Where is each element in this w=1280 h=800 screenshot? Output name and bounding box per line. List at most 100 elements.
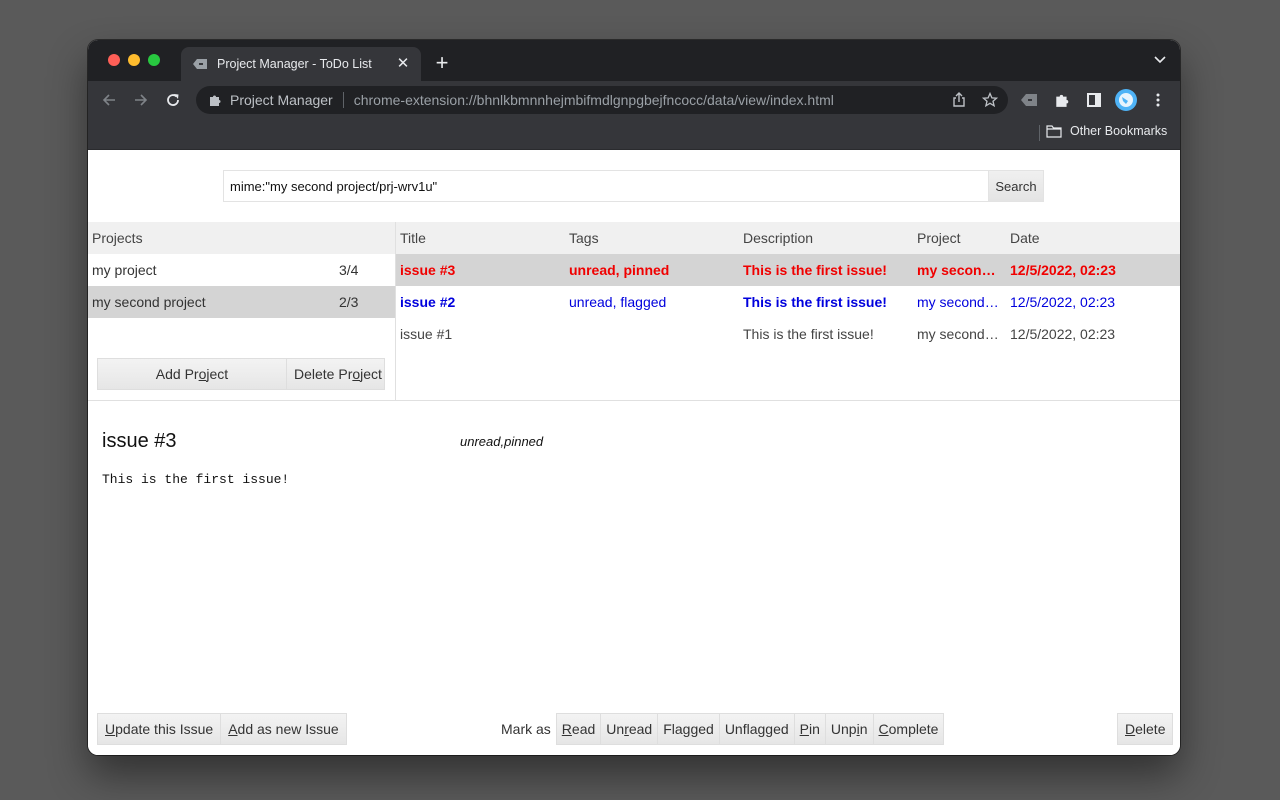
search-bar: Search [223, 170, 1044, 202]
label-part: elete [1135, 721, 1166, 737]
column-tags[interactable]: Tags [565, 222, 739, 254]
tab-strip: Project Manager - ToDo List ✕ + [88, 40, 1180, 81]
issue-date: 12/5/2022, 02:23 [1006, 254, 1180, 286]
update-issue-button[interactable]: Update this Issue [97, 713, 222, 745]
access-key: A [228, 721, 238, 737]
close-tab-icon[interactable]: ✕ [395, 56, 411, 72]
other-bookmarks-label: Other Bookmarks [1070, 124, 1168, 138]
issue-detail-body[interactable]: This is the first issue! [102, 472, 289, 487]
profile-avatar[interactable] [1115, 89, 1137, 111]
label-part: pdate this Issue [115, 721, 214, 737]
browser-toolbar: Project Manager chrome-extension://bhnlk… [88, 81, 1180, 118]
add-new-issue-button[interactable]: Add as new Issue [221, 713, 347, 745]
issue-tags [565, 318, 739, 350]
chevron-down-icon[interactable] [1154, 56, 1166, 64]
add-project-button[interactable]: Add Project [97, 358, 287, 390]
mark-unflagged-button[interactable]: Unflagged [719, 713, 795, 745]
forward-icon[interactable] [130, 89, 152, 111]
label-part: Delete Pr [294, 366, 353, 382]
star-icon[interactable] [982, 92, 998, 108]
label-part: omplete [888, 721, 939, 737]
issue-title: issue #2 [400, 294, 456, 310]
delete-issue-button[interactable]: Delete [1117, 713, 1174, 745]
omnibox-url[interactable]: chrome-extension://bhnlkbmnnhejmbifmdlgn… [354, 92, 834, 108]
issue-description: This is the first issue! [743, 326, 874, 342]
close-window-button[interactable] [108, 54, 120, 66]
search-input[interactable] [223, 170, 988, 202]
page-content: Search Projects my project 3/4 my second… [88, 150, 1180, 755]
extensions-icon[interactable] [1053, 91, 1071, 109]
access-key: D [1125, 721, 1136, 737]
mark-unread-button[interactable]: Unread [601, 713, 659, 745]
project-name: my second project [92, 294, 206, 310]
access-key: C [878, 721, 889, 737]
issues-header-row: Title Tags Description Project Date [396, 222, 1180, 254]
omnibox-site-name: Project Manager [230, 92, 333, 108]
project-name: my project [92, 262, 157, 278]
mark-complete-button[interactable]: Complete [873, 713, 945, 745]
search-button[interactable]: Search [988, 170, 1044, 202]
column-description[interactable]: Description [739, 222, 913, 254]
share-icon[interactable] [951, 92, 967, 108]
delete-project-button[interactable]: Delete Project [287, 358, 385, 390]
issue-tags: unread, pinned [565, 254, 739, 286]
label-part: ead [571, 721, 596, 737]
project-item[interactable]: my project 3/4 [88, 254, 395, 286]
mark-as-label: Mark as [501, 721, 551, 737]
issues-table: Title Tags Description Project Date issu… [396, 222, 1180, 400]
section-divider [88, 400, 1180, 401]
label-part: Unflagged [724, 721, 789, 737]
puzzle-icon [210, 95, 221, 106]
mark-pin-button[interactable]: Pin [794, 713, 826, 745]
mark-read-button[interactable]: Read [555, 713, 602, 745]
mark-as-group: Mark as Read Unread Flagged Unflagged Pi… [501, 713, 945, 745]
issue-row[interactable]: issue #1 This is the first issue! my sec… [396, 318, 1180, 350]
project-count: 2/3 [339, 294, 359, 310]
back-icon[interactable] [98, 89, 120, 111]
reload-icon[interactable] [162, 89, 184, 111]
issue-detail-title[interactable]: issue #3 [102, 430, 177, 453]
issue-row[interactable]: issue #2 unread, flagged This is the fir… [396, 286, 1180, 318]
issue-project: my second project [913, 254, 1006, 286]
kebab-menu-icon[interactable] [1149, 91, 1167, 109]
project-item[interactable]: my second project 2/3 [88, 286, 395, 318]
minimize-window-button[interactable] [128, 54, 140, 66]
tab-title: Project Manager - ToDo List [217, 57, 372, 71]
column-project[interactable]: Project [913, 222, 1006, 254]
maximize-window-button[interactable] [148, 54, 160, 66]
address-bar[interactable]: Project Manager chrome-extension://bhnlk… [196, 86, 1008, 114]
label-part: Un [606, 721, 625, 737]
bookmarks-bar: Other Bookmarks [88, 118, 1180, 150]
projects-header: Projects [88, 222, 395, 254]
new-tab-icon[interactable]: + [432, 52, 452, 74]
issue-title: issue #3 [396, 254, 565, 286]
issue-row[interactable]: issue #3 unread, pinned This is the firs… [396, 254, 1180, 286]
project-actions: Add Project Delete Project [97, 358, 385, 390]
column-title[interactable]: Title [396, 222, 565, 254]
mark-unpin-button[interactable]: Unpin [825, 713, 874, 745]
issue-date: 12/5/2022, 02:23 [1010, 294, 1116, 310]
column-date[interactable]: Date [1006, 222, 1180, 254]
access-key: R [561, 721, 572, 737]
label-part: n [859, 721, 868, 737]
tab-active[interactable]: Project Manager - ToDo List ✕ [181, 47, 421, 81]
issue-tags: unread, flagged [569, 294, 667, 310]
issue-detail-tags[interactable]: unread,pinned [460, 434, 543, 449]
label-part: dd as new Issue [237, 721, 339, 737]
label-part: ject [360, 366, 382, 382]
issue-description: This is the first issue! [743, 294, 887, 310]
side-panel-icon[interactable] [1085, 91, 1103, 109]
label-part: in [808, 721, 820, 737]
issue-project: my second project [917, 326, 1006, 342]
project-count: 3/4 [339, 262, 359, 278]
issue-project: my second project [917, 294, 1006, 310]
project-manager-extension-icon[interactable] [1020, 91, 1038, 109]
access-key: P [799, 721, 809, 737]
omnibox-separator [342, 92, 344, 108]
label-part: Unp [830, 721, 857, 737]
mark-flagged-button[interactable]: Flagged [658, 713, 720, 745]
other-bookmarks-folder[interactable]: Other Bookmarks [1046, 124, 1167, 138]
label-part: Flagged [663, 721, 714, 737]
bookmarks-separator [1039, 125, 1040, 141]
projects-panel: Projects my project 3/4 my second projec… [88, 222, 396, 400]
